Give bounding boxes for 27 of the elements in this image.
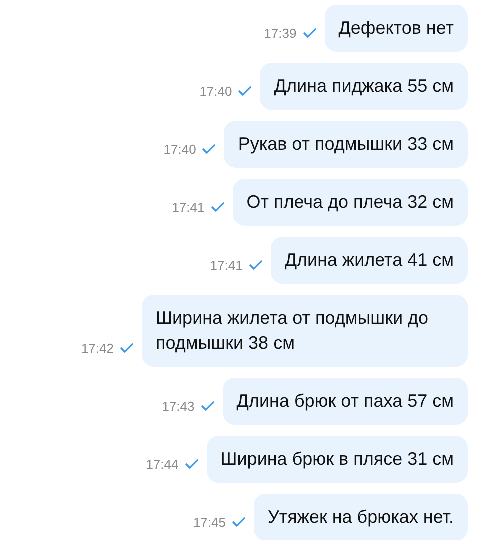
message-time: 17:40 (200, 82, 232, 100)
check-icon (184, 458, 199, 470)
message-bubble: От плеча до плеча 32 см (232, 179, 468, 226)
message-time: 17:43 (162, 398, 195, 416)
message-time: 17:40 (164, 140, 196, 158)
message-time: 17:45 (193, 514, 226, 532)
message-bubble: Длина брюк от паха 57 см (222, 378, 468, 425)
check-icon (302, 28, 317, 39)
check-icon (120, 342, 134, 354)
check-icon (238, 86, 252, 97)
message-bubble: Рукав от подмышки 33 см (224, 121, 468, 168)
check-icon (200, 400, 215, 412)
check-icon (210, 202, 225, 213)
message-time: 17:42 (81, 340, 114, 358)
message-bubble: Ширина брюк в плясе 31 см (206, 436, 468, 483)
message-bubble: Дефектов нет (324, 5, 468, 52)
message-bubble: Длина пиджака 55 см (260, 63, 468, 110)
message-time: 17:44 (146, 456, 179, 474)
message-bubble: Утяжек на брюках нет. (254, 494, 468, 540)
check-icon (202, 144, 216, 155)
message-time: 17:41 (210, 256, 243, 274)
check-icon (232, 516, 246, 528)
message-time: 17:39 (264, 24, 297, 42)
check-icon (248, 260, 263, 271)
message-bubble: Ширина жилета от подмышки до подмышки 38 см (142, 295, 468, 367)
message-bubble: Длина жилета 41 см (270, 237, 468, 284)
message-time: 17:41 (172, 198, 205, 216)
